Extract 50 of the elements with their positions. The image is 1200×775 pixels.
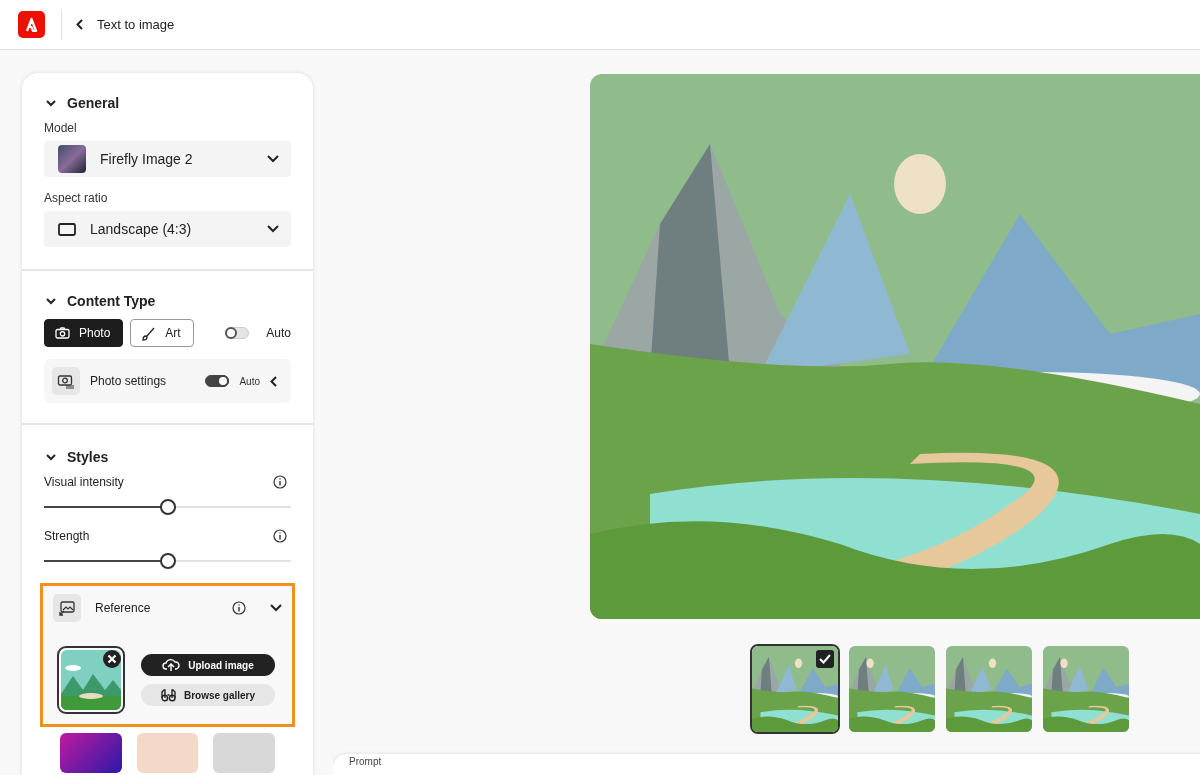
slider-thumb[interactable] [159, 499, 176, 515]
chevron-left-icon [76, 19, 83, 30]
style-thumbnail[interactable] [60, 733, 122, 773]
cloud-upload-icon [162, 658, 181, 672]
prompt-label: Prompt [349, 756, 382, 767]
toggle-label: Auto [239, 375, 260, 387]
content-type-option[interactable]: Art [130, 319, 194, 347]
section-header[interactable]: Styles [44, 449, 109, 465]
info-icon[interactable] [232, 601, 246, 615]
image-reference-icon [59, 600, 75, 616]
rectangle-icon [58, 222, 76, 236]
field-label: Model [44, 121, 78, 135]
upload-image-button[interactable]: Upload image [141, 654, 275, 676]
content-type-option[interactable]: Photo [44, 319, 124, 347]
brush-icon [141, 325, 157, 341]
chevron-down-icon [46, 452, 56, 462]
toggle-switch[interactable] [205, 375, 230, 387]
info-icon[interactable] [273, 475, 287, 489]
slider-thumb[interactable] [159, 553, 176, 569]
field-label: Aspect ratio [44, 191, 109, 205]
photo-settings-label: Photo settings [90, 374, 167, 388]
browse-gallery-button[interactable]: Browse gallery [141, 684, 275, 706]
binoculars-icon [160, 688, 176, 702]
toggle-label: Auto [266, 326, 291, 340]
prompt-box[interactable]: Prompt [333, 754, 1200, 775]
section-header[interactable]: Content Type [44, 293, 156, 309]
checkbox-checked-icon [816, 650, 834, 668]
camera-settings-icon [57, 373, 75, 389]
chevron-left-icon [270, 375, 277, 387]
chevron-down-icon [46, 296, 56, 306]
section-header[interactable]: General [44, 95, 120, 111]
camera-icon [55, 327, 70, 339]
back-button[interactable]: Text to image [76, 17, 175, 32]
slider-label: Strength [44, 529, 90, 543]
info-icon[interactable] [273, 529, 287, 543]
style-thumbnail[interactable] [136, 733, 199, 773]
aspect-ratio-dropdown[interactable]: Landscape (4:3) [44, 211, 291, 247]
slider-label: Visual intensity [44, 475, 124, 489]
chevron-down-icon [46, 98, 56, 108]
photo-settings-row[interactable]: Photo settings Auto [44, 359, 291, 403]
style-thumbnail[interactable] [213, 733, 275, 773]
chevron-down-icon [267, 225, 279, 233]
logo-icon[interactable] [18, 11, 45, 38]
chevron-down-icon [267, 155, 279, 163]
section-header[interactable]: Reference [89, 601, 151, 615]
chevron-down-icon [270, 604, 282, 612]
reference-image [61, 650, 121, 710]
model-thumbnail [58, 145, 86, 173]
close-icon[interactable] [103, 650, 121, 668]
model-dropdown[interactable]: Firefly Image 2 [44, 141, 291, 177]
